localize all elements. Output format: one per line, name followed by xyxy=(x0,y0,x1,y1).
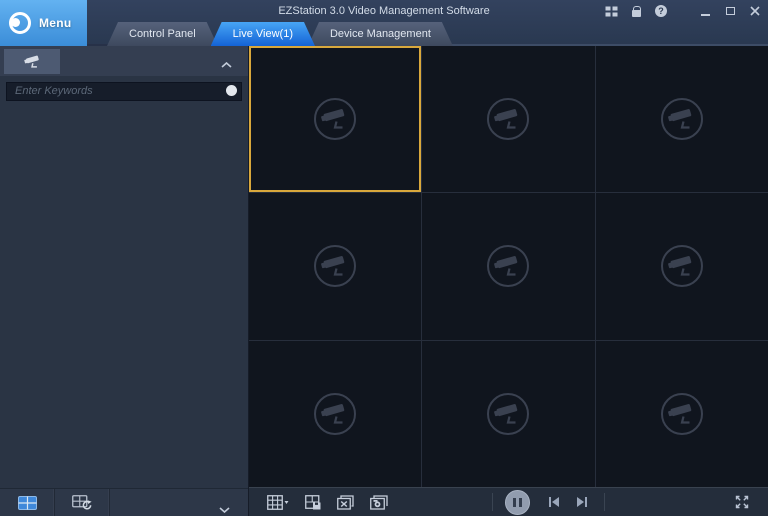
menu-button[interactable]: Menu xyxy=(0,0,87,46)
tab-control-panel[interactable]: Control Panel xyxy=(107,22,218,46)
help-icon[interactable] xyxy=(654,5,668,17)
video-tile[interactable] xyxy=(595,193,768,340)
camera-placeholder-icon xyxy=(660,98,703,141)
menu-button-label: Menu xyxy=(39,16,72,30)
app-body xyxy=(0,46,768,516)
camera-placeholder-icon xyxy=(487,392,530,435)
close-icon[interactable] xyxy=(748,5,762,17)
camera-sidebar xyxy=(0,46,249,516)
chevron-up-icon[interactable] xyxy=(221,55,232,73)
camera-placeholder-icon xyxy=(660,392,703,435)
video-tile[interactable] xyxy=(595,46,768,193)
camera-placeholder-icon xyxy=(314,245,357,288)
minimize-icon[interactable] xyxy=(698,5,712,17)
camera-placeholder-icon xyxy=(314,98,357,141)
view-layout-icon[interactable] xyxy=(0,489,55,516)
video-tile[interactable] xyxy=(422,193,595,340)
camera-placeholder-icon xyxy=(660,245,703,288)
camera-list-empty xyxy=(0,105,248,489)
refresh-views-icon[interactable] xyxy=(55,489,110,516)
screens-icon[interactable] xyxy=(604,5,618,17)
video-tile[interactable] xyxy=(595,340,768,487)
maximize-icon[interactable] xyxy=(723,5,737,17)
fullscreen-icon[interactable] xyxy=(734,494,750,510)
tab-bar: Control Panel Live View(1) Device Manage… xyxy=(114,22,453,46)
titlebar: Menu EZStation 3.0 Video Management Soft… xyxy=(0,0,768,46)
camera-search xyxy=(6,81,242,101)
search-input[interactable] xyxy=(6,81,242,101)
tab-label: Live View(1) xyxy=(232,28,293,40)
lock-icon[interactable] xyxy=(629,5,643,17)
camera-placeholder-icon xyxy=(314,392,357,435)
screen-layout-icon[interactable] xyxy=(267,494,289,510)
tab-device-management[interactable]: Device Management xyxy=(308,22,453,46)
pause-button[interactable] xyxy=(505,489,530,515)
close-all-icon[interactable] xyxy=(337,494,354,510)
search-circle-icon[interactable] xyxy=(226,85,237,96)
camera-panel-tab[interactable] xyxy=(4,49,60,74)
sidebar-bottom-bar xyxy=(0,488,248,516)
live-view-area xyxy=(249,46,768,516)
video-tile[interactable] xyxy=(249,46,422,193)
tab-label: Control Panel xyxy=(129,28,196,40)
live-view-toolbar xyxy=(249,487,768,516)
toolbar-divider xyxy=(604,493,605,511)
camera-placeholder-icon xyxy=(487,245,530,288)
video-tile[interactable] xyxy=(249,340,422,487)
previous-button[interactable] xyxy=(548,496,560,508)
sidebar-header xyxy=(0,46,248,76)
video-tile[interactable] xyxy=(422,340,595,487)
tab-label: Device Management xyxy=(329,28,431,40)
tab-live-view-1[interactable]: Live View(1) xyxy=(211,22,315,46)
snapshot-icon[interactable] xyxy=(370,494,388,510)
video-tile[interactable] xyxy=(249,193,422,340)
cctv-camera-icon xyxy=(24,55,39,68)
toolbar-divider xyxy=(492,493,493,511)
next-button[interactable] xyxy=(576,496,588,508)
video-tile[interactable] xyxy=(422,46,595,193)
window-title: EZStation 3.0 Video Management Software xyxy=(278,5,490,17)
video-grid xyxy=(249,46,768,487)
camera-placeholder-icon xyxy=(487,98,530,141)
app-logo-icon xyxy=(9,12,31,34)
chevron-down-icon[interactable] xyxy=(219,500,230,516)
titlebar-controls xyxy=(604,5,762,17)
save-view-icon[interactable] xyxy=(305,494,321,510)
